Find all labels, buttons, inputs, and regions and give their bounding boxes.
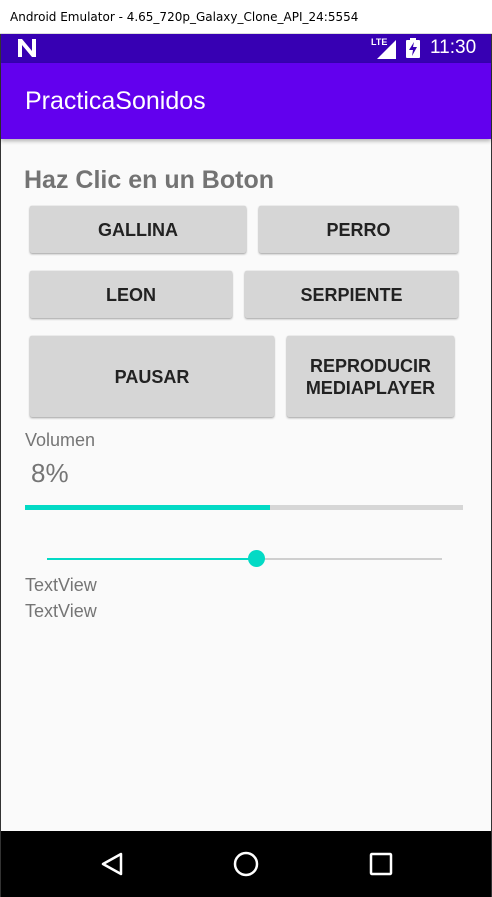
seekbar-thumb[interactable] bbox=[248, 550, 266, 567]
battery-charging-icon bbox=[406, 38, 420, 58]
text-view-1: TextView bbox=[25, 575, 97, 595]
back-icon[interactable] bbox=[99, 851, 125, 877]
serpiente-button[interactable]: SERPIENTE bbox=[245, 271, 458, 318]
reproducir-label-line1: REPRODUCIR bbox=[309, 355, 431, 376]
seekbar-fill bbox=[47, 558, 257, 560]
gallina-button[interactable]: GALLINA bbox=[30, 206, 246, 253]
lte-signal-icon: LTE bbox=[371, 37, 396, 59]
text-view-2: TextView bbox=[25, 601, 97, 621]
emulator-title-bar: Android Emulator - 4.65_720p_Galaxy_Clon… bbox=[0, 0, 492, 34]
android-n-icon bbox=[18, 39, 36, 57]
volume-progress-fill bbox=[25, 505, 271, 510]
reproducir-mediaplayer-button[interactable]: REPRODUCIR MEDIAPLAYER bbox=[287, 336, 454, 417]
home-icon[interactable] bbox=[233, 851, 259, 877]
volume-label: Volumen bbox=[25, 430, 96, 450]
pausar-button[interactable]: PAUSAR bbox=[30, 336, 274, 417]
reproducir-label: REPRODUCIR MEDIAPLAYER bbox=[306, 355, 435, 399]
emulator-title: Android Emulator - 4.65_720p_Galaxy_Clon… bbox=[10, 10, 359, 24]
recents-icon[interactable] bbox=[369, 851, 393, 877]
device-screen: LTE 11:30 PracticaSonidos Haz Clic en un… bbox=[0, 34, 492, 897]
navigation-bar bbox=[1, 831, 491, 897]
app-bar: PracticaSonidos bbox=[1, 63, 491, 139]
perro-button[interactable]: PERRO bbox=[259, 206, 458, 253]
svg-text:LTE: LTE bbox=[371, 37, 387, 47]
leon-button[interactable]: LEON bbox=[30, 271, 232, 318]
page-heading: Haz Clic en un Boton bbox=[24, 166, 274, 194]
reproducir-label-line2: MEDIAPLAYER bbox=[305, 377, 436, 398]
volume-seekbar[interactable] bbox=[47, 550, 442, 567]
status-clock: 11:30 bbox=[430, 37, 477, 58]
volume-progress-bar bbox=[25, 505, 463, 510]
app-title: PracticaSonidos bbox=[25, 87, 206, 115]
volume-value: 8% bbox=[31, 458, 69, 488]
status-bar: LTE 11:30 bbox=[1, 34, 491, 63]
